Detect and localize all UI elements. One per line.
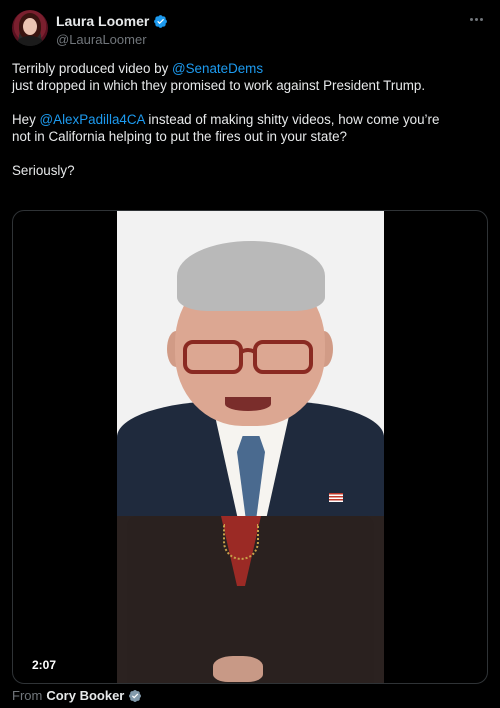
tweet-header: Laura Loomer @LauraLoomer bbox=[12, 10, 488, 50]
author-info: Laura Loomer @LauraLoomer bbox=[56, 13, 168, 47]
tweet-line-4: not in California helping to put the fir… bbox=[12, 129, 347, 144]
tweet-line-5: Seriously? bbox=[12, 163, 75, 178]
tweet-text: Terribly produced video by @SenateDems j… bbox=[12, 60, 488, 179]
attribution-author-link[interactable]: Cory Booker bbox=[46, 688, 124, 703]
glasses-shape bbox=[183, 340, 313, 374]
author-display-name[interactable]: Laura Loomer bbox=[56, 13, 149, 29]
attribution-prefix: From bbox=[12, 688, 43, 703]
video-duration-badge: 2:07 bbox=[27, 655, 62, 675]
speaker-frame bbox=[117, 211, 384, 521]
more-horizontal-icon[interactable] bbox=[466, 12, 486, 26]
speaker-frame-lower bbox=[117, 516, 384, 683]
tweet-line-1: Terribly produced video by @SenateDems bbox=[12, 61, 264, 76]
avatar[interactable] bbox=[12, 10, 48, 46]
media-attribution: From Cory Booker bbox=[12, 688, 142, 703]
tweet-line-3: Hey @AlexPadilla4CA instead of making sh… bbox=[12, 112, 440, 127]
video-thumbnail[interactable] bbox=[117, 211, 384, 683]
mention-link[interactable]: @AlexPadilla4CA bbox=[40, 112, 145, 127]
verified-badge-icon bbox=[129, 689, 142, 702]
tweet-line-2: just dropped in which they promised to w… bbox=[12, 78, 426, 93]
verified-badge-icon bbox=[154, 14, 168, 28]
author-handle[interactable]: @LauraLoomer bbox=[56, 32, 168, 47]
flag-pin bbox=[329, 493, 343, 502]
video-player[interactable]: 2:07 bbox=[12, 210, 488, 684]
mention-link[interactable]: @SenateDems bbox=[172, 61, 263, 76]
